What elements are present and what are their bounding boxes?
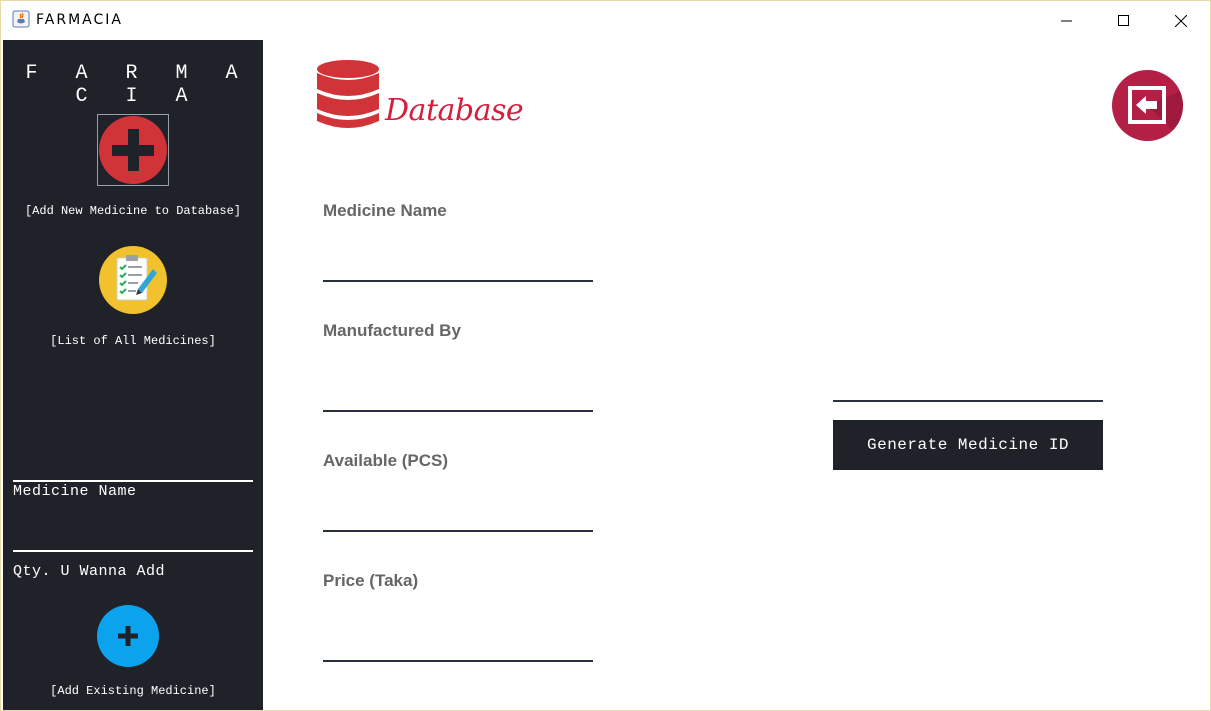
available-pcs-input[interactable] (323, 501, 593, 529)
medicine-id-underline (833, 400, 1103, 402)
manufactured-by-label: Manufactured By (323, 321, 461, 340)
back-arrow-icon (1128, 86, 1183, 141)
blue-plus-icon (118, 626, 138, 646)
sidebar-qty-input[interactable] (13, 522, 253, 548)
minimize-button[interactable] (1038, 1, 1096, 40)
available-pcs-label: Available (PCS) (323, 451, 449, 470)
window-title: FARMACIA (36, 12, 123, 28)
checklist-icon (99, 246, 167, 314)
add-existing-medicine-button[interactable] (97, 605, 159, 667)
title-bar: FARMACIA (1, 1, 1210, 40)
database-logo-text: Database (385, 93, 524, 128)
price-label: Price (Taka) (323, 571, 419, 590)
sidebar-medicine-name-label: Medicine Name (13, 483, 137, 500)
price-input[interactable] (323, 631, 593, 659)
back-button[interactable] (1112, 70, 1183, 141)
close-button[interactable] (1152, 1, 1210, 40)
add-new-medicine-label: [Add New Medicine to Database] (24, 204, 242, 218)
sidebar-medicine-name-underline (13, 480, 253, 482)
java-cup-icon (12, 10, 30, 28)
sidebar-medicine-name-input[interactable] (13, 452, 253, 478)
medicine-id-input[interactable] (833, 369, 1103, 397)
list-all-medicines-button[interactable] (98, 245, 168, 315)
list-all-medicines-label: [List of All Medicines] (50, 334, 216, 348)
generate-medicine-id-button[interactable]: Generate Medicine ID (833, 420, 1103, 470)
maximize-button[interactable] (1095, 1, 1153, 40)
manufactured-by-underline (323, 410, 593, 412)
database-icon (317, 60, 379, 128)
maximize-icon (1118, 14, 1129, 26)
medicine-name-underline (323, 280, 593, 282)
close-icon (1175, 14, 1187, 27)
sidebar: F A R M A C I A [Add New Medicine to Dat… (3, 40, 263, 710)
add-existing-medicine-label: [Add Existing Medicine] (50, 684, 216, 698)
app-window: FARMACIA F A R M A C I A [Add New Medici… (0, 0, 1211, 711)
available-pcs-underline (323, 530, 593, 532)
brand-title: F A R M A C I A (25, 62, 251, 108)
sidebar-qty-underline (13, 550, 253, 552)
add-new-medicine-button[interactable] (97, 114, 169, 186)
manufactured-by-input[interactable] (323, 381, 593, 409)
minimize-icon (1061, 20, 1072, 21)
red-plus-icon (99, 116, 167, 184)
sidebar-qty-label: Qty. U Wanna Add (13, 563, 166, 580)
medicine-name-input[interactable] (323, 251, 593, 279)
medicine-name-label: Medicine Name (323, 201, 447, 220)
price-underline (323, 660, 593, 662)
